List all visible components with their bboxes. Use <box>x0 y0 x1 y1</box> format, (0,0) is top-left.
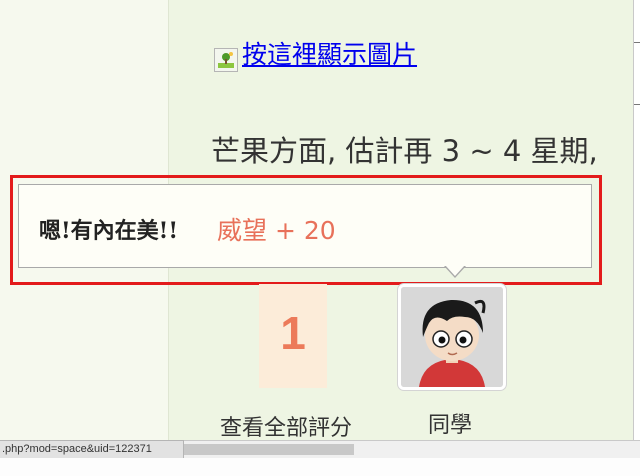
status-bar-url: .php?mod=space&uid=122371 <box>0 440 184 458</box>
image-placeholder-link[interactable]: 按這裡顯示圖片 <box>214 38 417 72</box>
post-body-text: 芒果方面, 估計再 3 ~ 4 星期, <box>211 134 598 168</box>
window-bottom-edge <box>0 458 640 476</box>
view-all-ratings-link[interactable]: 查看全部評分 <box>220 410 352 442</box>
highlight-annotation <box>10 175 602 285</box>
broken-image-icon <box>214 48 238 72</box>
rating-count: 1 <box>280 307 306 359</box>
show-image-link-text[interactable]: 按這裡顯示圖片 <box>242 38 417 72</box>
user-role-label: 同學 <box>428 413 473 438</box>
vertical-scrollbar[interactable] <box>633 0 640 440</box>
scrollbar-thumb[interactable] <box>184 444 354 455</box>
avatar[interactable] <box>398 284 506 390</box>
rating-count-badge[interactable]: 1 <box>259 284 327 388</box>
horizontal-scrollbar[interactable] <box>184 440 640 458</box>
avatar-icon <box>401 287 503 387</box>
